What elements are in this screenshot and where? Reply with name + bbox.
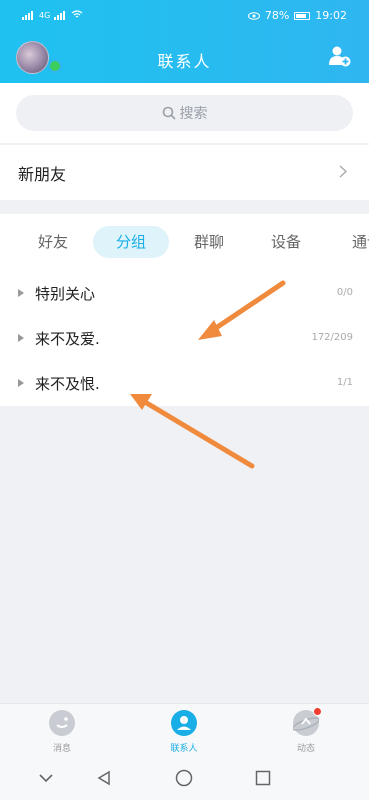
planet-icon [292, 707, 322, 736]
signal-icon [22, 10, 35, 20]
group-name: 来不及爱. [35, 330, 100, 348]
list-item[interactable]: 来不及恨. 1/1 [0, 361, 369, 406]
battery-percent: 78% [264, 9, 290, 22]
nav-moments[interactable]: 动态 [266, 707, 346, 754]
nav-label: 动态 [296, 744, 315, 754]
chevron-right-icon [339, 165, 347, 178]
contact-tabs: 好友 分组 群聊 设备 通讯 [0, 214, 369, 271]
expand-triangle-icon [18, 379, 24, 387]
search-placeholder: 搜索 [179, 106, 208, 122]
nav-messages[interactable]: 消息 [22, 710, 102, 754]
status-right: 78% 19:02 [247, 9, 347, 22]
nav-contacts[interactable]: 联系人 [144, 710, 224, 754]
new-friends-row[interactable]: 新朋友 [0, 145, 369, 200]
tab-group-chats[interactable]: 群聊 [184, 226, 234, 258]
wifi-icon [71, 10, 83, 18]
add-contact-icon[interactable] [329, 45, 351, 67]
app-header: 4G 78% 19:02 联系人 [0, 0, 369, 83]
search-section: 搜索 [0, 83, 369, 143]
new-friends-label: 新朋友 [18, 164, 67, 184]
contacts-icon [171, 710, 197, 736]
bottom-nav: 消息 联系人 动态 [0, 703, 369, 758]
recents-icon[interactable] [255, 770, 271, 786]
signal-icon-2 [54, 10, 67, 20]
group-count: 1/1 [336, 377, 353, 388]
eye-icon [247, 11, 260, 20]
nav-label: 消息 [52, 744, 71, 754]
network-label: 4G [39, 10, 51, 20]
back-icon[interactable] [97, 770, 111, 786]
status-left: 4G [22, 10, 83, 20]
group-name: 来不及恨. [35, 375, 100, 393]
tab-groups[interactable]: 分组 [93, 226, 169, 258]
system-nav-bar [0, 758, 369, 800]
message-icon [49, 710, 75, 736]
tab-address-book[interactable]: 通讯 [342, 226, 369, 258]
list-item[interactable]: 来不及爱. 172/209 [0, 316, 369, 361]
expand-triangle-icon [18, 289, 24, 297]
tab-devices[interactable]: 设备 [261, 226, 311, 258]
notification-dot [313, 707, 322, 716]
chevron-down-icon[interactable] [38, 773, 54, 783]
nav-label: 联系人 [170, 744, 198, 754]
page-title: 联系人 [157, 52, 212, 71]
expand-triangle-icon [18, 334, 24, 342]
group-count: 172/209 [311, 332, 353, 343]
group-name: 特别关心 [35, 285, 96, 303]
list-item[interactable]: 特别关心 0/0 [0, 271, 369, 316]
group-list: 特别关心 0/0 来不及爱. 172/209 来不及恨. 1/1 [0, 271, 369, 406]
status-bar: 4G 78% 19:02 [0, 0, 369, 30]
search-icon [162, 106, 176, 120]
tab-friends[interactable]: 好友 [30, 226, 76, 258]
clock: 19:02 [315, 9, 347, 22]
search-input[interactable]: 搜索 [16, 95, 353, 131]
battery-icon [294, 11, 311, 20]
group-count: 0/0 [336, 287, 353, 298]
home-icon[interactable] [175, 769, 193, 787]
